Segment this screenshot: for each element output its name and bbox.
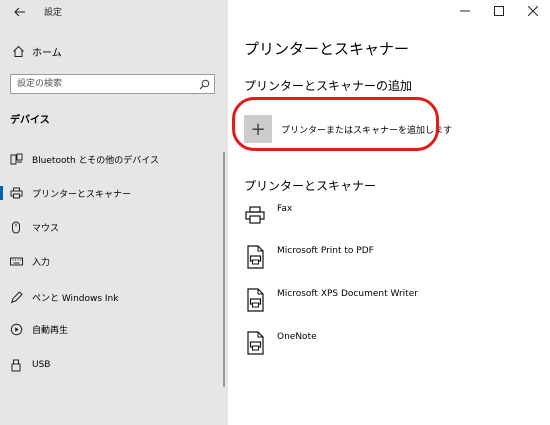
printer-list-heading: プリンターとスキャナー [244, 179, 377, 193]
mouse-icon [9, 220, 23, 234]
device-item-onenote[interactable]: OneNote [244, 330, 534, 360]
section-heading-devices: デバイス [10, 115, 50, 126]
window-controls [448, 0, 550, 22]
add-printer-label[interactable]: プリンターまたはスキャナーを追加します [281, 123, 452, 136]
sidebar-item-pen[interactable]: ペンと Windows Ink [0, 286, 222, 308]
sidebar: 設定 ホーム デバイス Bluetooth とその他のデバイス [0, 0, 228, 425]
keyboard-icon [9, 254, 23, 268]
document-printer-icon [244, 330, 266, 356]
sidebar-item-usb[interactable]: USB [0, 354, 222, 376]
sidebar-item-label: USB [32, 360, 51, 370]
sidebar-item-printers[interactable]: プリンターとスキャナー [0, 182, 222, 204]
home-icon [10, 43, 26, 59]
device-item-xps-writer[interactable]: Microsoft XPS Document Writer [244, 287, 534, 317]
device-name: Microsoft Print to PDF [277, 246, 374, 256]
sidebar-item-label: プリンターとスキャナー [32, 189, 132, 200]
fax-printer-icon [244, 202, 266, 228]
minimize-button[interactable] [448, 0, 482, 22]
sidebar-item-label: 自動再生 [32, 325, 69, 336]
home-label: ホーム [32, 47, 62, 59]
device-item-print-to-pdf[interactable]: Microsoft Print to PDF [244, 244, 534, 274]
document-printer-icon [244, 287, 266, 313]
minimize-icon [460, 10, 470, 12]
device-name: Fax [277, 204, 293, 214]
document-printer-icon [244, 244, 266, 270]
close-button[interactable] [516, 0, 550, 22]
bluetooth-devices-icon [9, 152, 23, 166]
settings-search[interactable] [10, 74, 215, 94]
plus-icon[interactable]: + [244, 115, 272, 143]
device-name: OneNote [277, 332, 317, 342]
search-icon[interactable] [194, 75, 214, 93]
close-icon [528, 6, 538, 16]
maximize-button[interactable] [482, 0, 516, 22]
sidebar-item-mouse[interactable]: マウス [0, 216, 222, 238]
autoplay-icon [9, 322, 23, 336]
device-item-fax[interactable]: Fax [244, 202, 534, 232]
maximize-icon [494, 6, 504, 16]
sidebar-item-autoplay[interactable]: 自動再生 [0, 318, 222, 340]
sidebar-item-bluetooth[interactable]: Bluetooth とその他のデバイス [0, 148, 222, 170]
add-printer-button[interactable]: + プリンターまたはスキャナーを追加します [244, 114, 452, 144]
back-arrow-icon [14, 7, 25, 17]
sidebar-item-label: 入力 [32, 257, 51, 268]
sidebar-item-label: Bluetooth とその他のデバイス [32, 155, 160, 166]
sidebar-scrollbar[interactable] [223, 152, 225, 387]
home-link[interactable]: ホーム [10, 42, 62, 60]
main-content: プリンターとスキャナー プリンターとスキャナーの追加 + プリンターまたはスキャ… [228, 0, 550, 425]
usb-icon [9, 358, 23, 372]
device-name: Microsoft XPS Document Writer [277, 289, 418, 299]
search-input[interactable] [11, 75, 194, 93]
sidebar-item-input[interactable]: 入力 [0, 250, 222, 272]
add-section-heading: プリンターとスキャナーの追加 [244, 79, 413, 93]
sidebar-item-label: ペンと Windows Ink [32, 293, 119, 304]
pen-icon [9, 290, 23, 304]
page-title: プリンターとスキャナー [244, 40, 410, 58]
sidebar-item-label: マウス [32, 223, 60, 234]
window-title: 設定 [44, 8, 63, 18]
printer-icon [9, 186, 23, 200]
back-button[interactable] [6, 2, 34, 22]
